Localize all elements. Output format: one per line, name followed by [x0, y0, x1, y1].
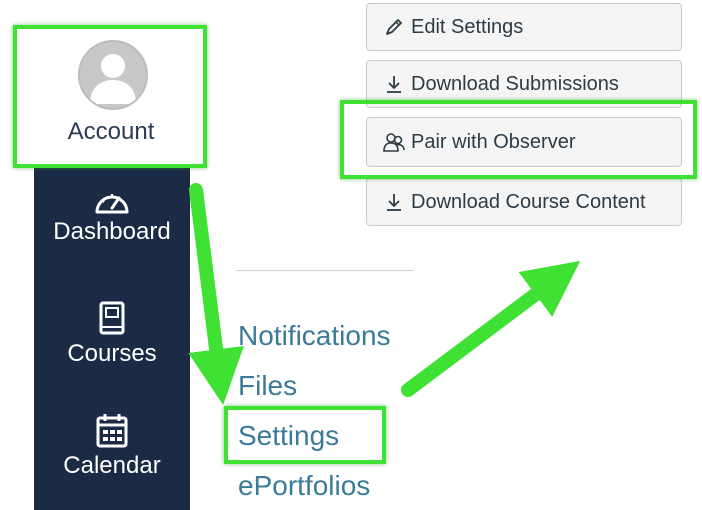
annotation-arrows	[188, 183, 581, 406]
arrow-settings-to-pair	[401, 260, 581, 397]
arrow-account-to-settings	[188, 183, 244, 406]
